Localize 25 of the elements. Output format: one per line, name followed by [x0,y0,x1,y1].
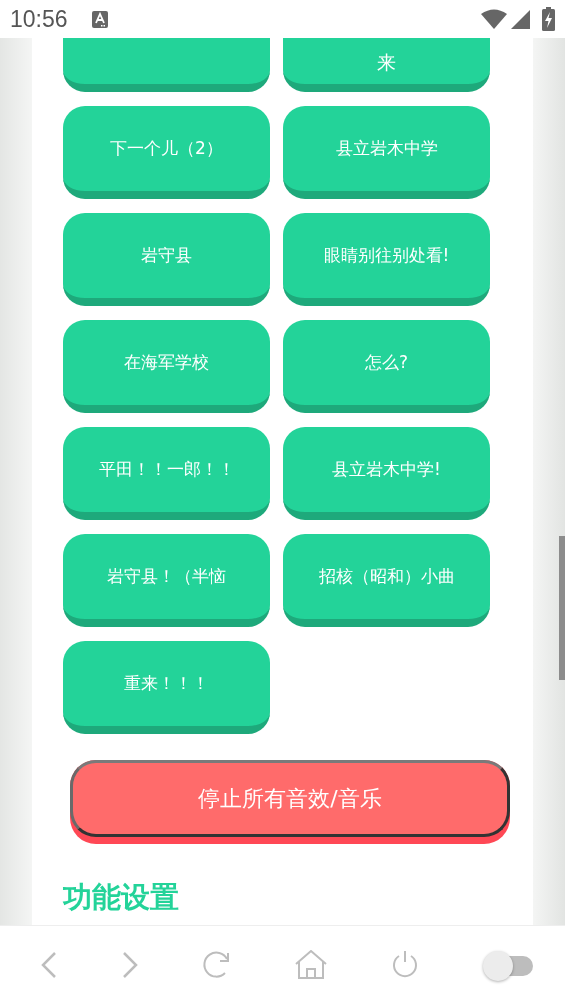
sound-button[interactable]: 眼睛别往别处看! [283,213,490,306]
sound-button[interactable]: 县立岩木中学! [283,427,490,520]
sound-button[interactable]: 重来！！！ [63,641,270,734]
sound-button[interactable]: 平田！！一郎！！ [63,427,270,520]
signal-icon [511,9,530,29]
stop-all-sounds-button[interactable]: 停止所有音效/音乐 [70,760,510,844]
sound-button[interactable]: 岩守县 [63,213,270,306]
sound-button[interactable]: 岩守县！（半恼 [63,534,270,627]
status-time: 10:56 [10,4,68,34]
sound-button[interactable]: 怎么? [283,320,490,413]
wifi-icon [481,9,507,29]
home-icon[interactable] [295,950,327,980]
sound-button[interactable]: 在海军学校 [63,320,270,413]
sound-button[interactable]: 下一个儿（2） [63,106,270,199]
battery-charging-icon [542,7,555,31]
reload-icon[interactable] [202,950,232,980]
toggle-switch[interactable] [483,950,535,980]
sound-button[interactable]: 招核（昭和）小曲 [283,534,490,627]
sound-button[interactable]: 来 [283,38,490,92]
keyboard-notification-icon [91,10,108,28]
power-icon[interactable] [390,950,420,980]
forward-icon[interactable] [121,951,139,979]
sound-button[interactable]: 县立岩木中学 [283,106,490,199]
section-heading: 功能设置 [63,879,180,916]
back-icon[interactable] [40,951,58,979]
